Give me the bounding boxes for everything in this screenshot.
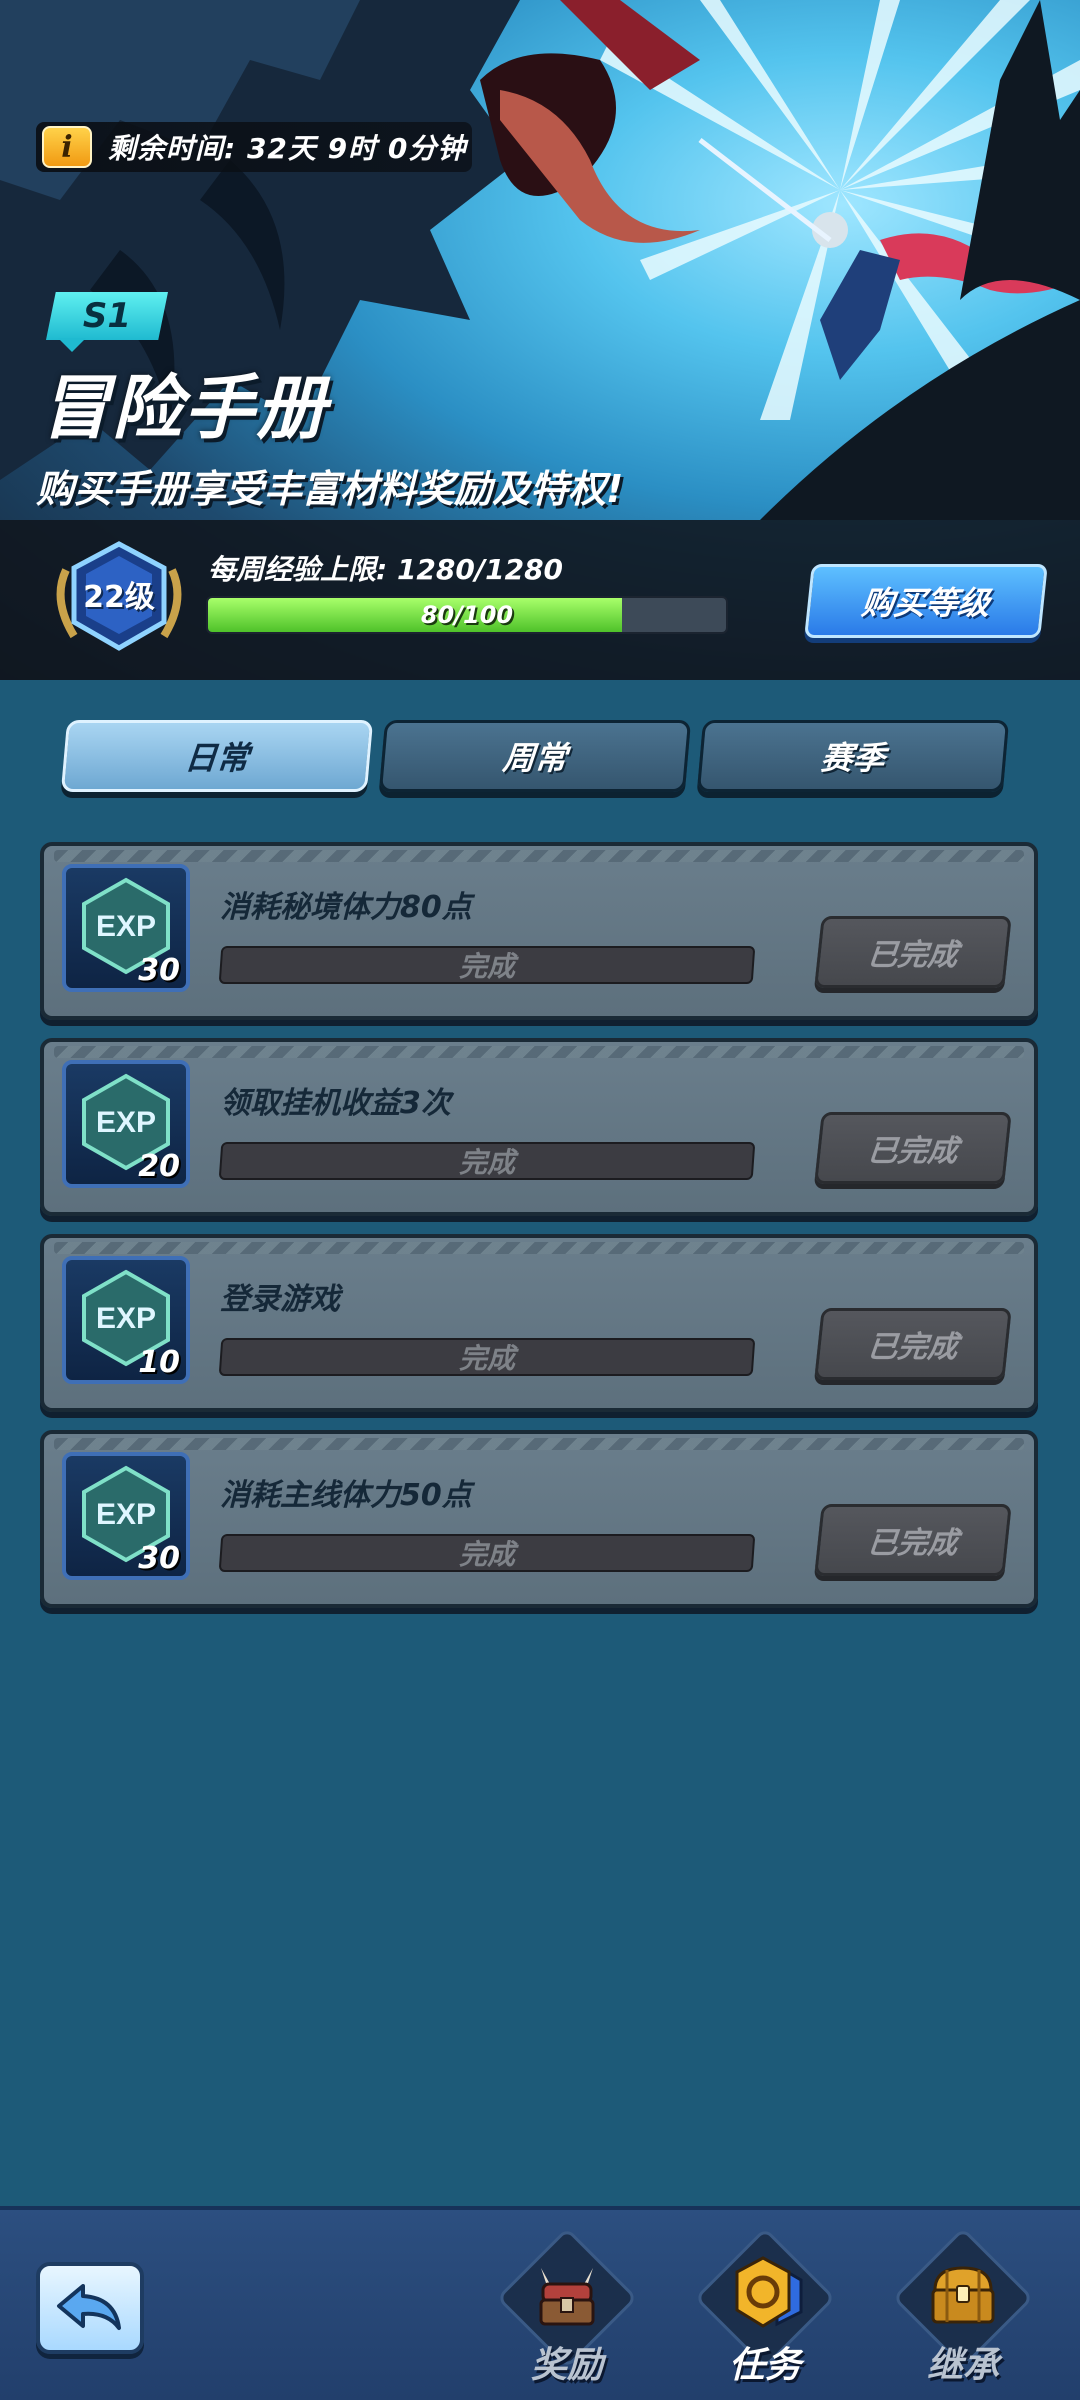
task-progress-text: 完成: [458, 950, 515, 983]
task-progress-bar: 完成: [218, 1338, 756, 1376]
tab-daily[interactable]: 日常: [60, 720, 374, 792]
exp-icon-label: EXP: [96, 1302, 156, 1335]
task-progress-text: 完成: [458, 1342, 515, 1375]
horned-chest-icon: [539, 2268, 595, 2326]
completed-button[interactable]: 已完成: [814, 1308, 1012, 1380]
nav-item-rewards[interactable]: 奖励: [482, 2227, 652, 2400]
bottom-nav: 奖励 任务 继承: [0, 2206, 1080, 2400]
weekly-exp-limit: 每周经验上限: 1280/1280: [208, 553, 564, 586]
exp-amount: 20: [138, 1149, 180, 1184]
season-tag-pointer: [58, 338, 86, 352]
task-card: EXP 20 领取挂机收益3次 完成 已完成: [40, 1038, 1038, 1216]
exp-amount: 10: [138, 1345, 180, 1380]
tab-weekly[interactable]: 周常: [378, 720, 692, 792]
task-name: 消耗主线体力50点: [220, 1478, 472, 1513]
exp-reward-icon: EXP 20: [62, 1060, 190, 1188]
nav-label-rewards: 奖励: [530, 2345, 603, 2386]
level-progress-text: 80/100: [420, 601, 514, 629]
task-progress-text: 完成: [458, 1538, 515, 1571]
completed-button[interactable]: 已完成: [814, 1504, 1012, 1576]
level-badge-text: 22级: [83, 580, 155, 615]
nav-item-inherit[interactable]: 继承: [878, 2227, 1048, 2400]
completed-button[interactable]: 已完成: [814, 1112, 1012, 1184]
exp-amount: 30: [138, 953, 180, 988]
task-progress-bar: 完成: [218, 1534, 756, 1572]
page-subtitle: 购买手册享受丰富材料奖励及特权!: [36, 467, 624, 511]
task-tabs: 日常 周常 赛季: [60, 720, 1014, 794]
banner: i 剩余时间: 32天 9时 0分钟 S1 冒险手册 购买手册享受丰富材料奖励及…: [0, 0, 1080, 680]
completed-button[interactable]: 已完成: [814, 916, 1012, 988]
task-name: 消耗秘境体力80点: [220, 890, 472, 925]
tab-season[interactable]: 赛季: [696, 720, 1010, 792]
treasure-chest-icon: [931, 2266, 995, 2324]
back-arrow-icon: [57, 2284, 121, 2330]
season-tag: S1: [46, 292, 168, 340]
exp-reward-icon: EXP 30: [62, 1452, 190, 1580]
task-card: EXP 30 消耗秘境体力80点 完成 已完成: [40, 842, 1038, 1020]
exp-reward-icon: EXP 10: [62, 1256, 190, 1384]
task-progress-bar: 完成: [218, 1142, 756, 1180]
buy-level-button[interactable]: 购买等级: [804, 564, 1048, 638]
level-progress-bar: 80/100: [206, 596, 728, 634]
task-list: EXP 30 消耗秘境体力80点 完成 已完成 EXP 20 领取挂机收益3次 …: [40, 842, 1038, 1626]
remaining-time-text: 剩余时间: 32天 9时 0分钟: [108, 132, 467, 165]
exp-amount: 30: [138, 1541, 180, 1576]
info-icon[interactable]: i: [42, 126, 92, 168]
remaining-time-panel: i 剩余时间: 32天 9时 0分钟: [36, 122, 472, 172]
nav-label-tasks: 任务: [728, 2345, 801, 2386]
back-button[interactable]: [36, 2262, 144, 2354]
task-name: 领取挂机收益3次: [220, 1086, 451, 1121]
exp-icon-label: EXP: [96, 910, 156, 943]
page-title: 冒险手册: [40, 367, 328, 449]
exp-reward-icon: EXP 30: [62, 864, 190, 992]
nav-label-inherit: 继承: [926, 2345, 999, 2386]
task-progress-text: 完成: [458, 1146, 515, 1179]
task-card: EXP 10 登录游戏 完成 已完成: [40, 1234, 1038, 1412]
exp-icon-label: EXP: [96, 1106, 156, 1139]
task-name: 登录游戏: [220, 1282, 340, 1317]
task-progress-bar: 完成: [218, 946, 756, 984]
exp-icon-label: EXP: [96, 1498, 156, 1531]
quest-badge-icon: [735, 2256, 803, 2328]
nav-item-tasks[interactable]: 任务: [680, 2227, 850, 2400]
task-card: EXP 30 消耗主线体力50点 完成 已完成: [40, 1430, 1038, 1608]
